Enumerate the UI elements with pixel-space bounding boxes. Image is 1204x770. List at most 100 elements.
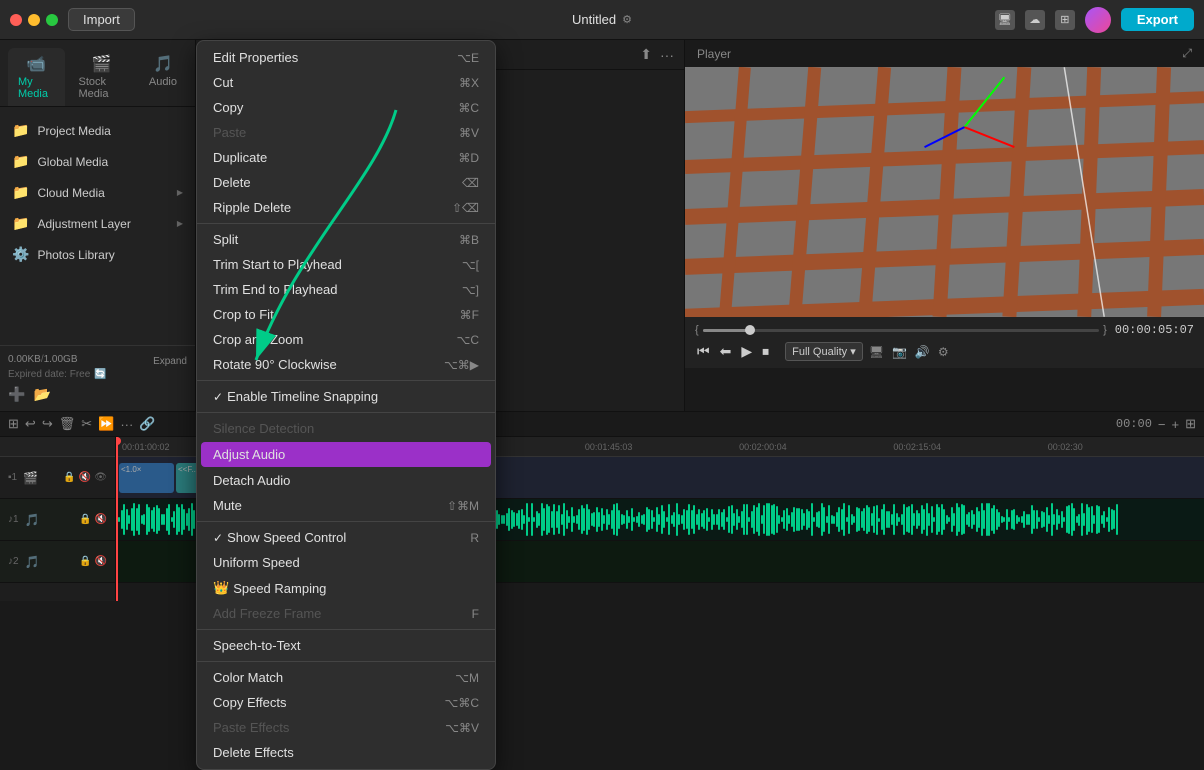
track-visible-icon[interactable]: 👁 [94,472,107,483]
waveform-bar [763,505,765,533]
separator-1 [197,223,495,224]
track-a2-lock-icon[interactable]: 🔒 [79,556,91,567]
waveform-bar [178,507,180,531]
tl-settings[interactable]: ⊞ [1185,416,1196,432]
speed-icon[interactable]: ⏩ [98,416,114,432]
waveform-bar [648,509,650,530]
waveform-bar [703,510,705,529]
waveform-bar [653,517,655,522]
sidebar-item-global-media[interactable]: 📁 Global Media [0,146,195,177]
settings-icon[interactable]: ⚙ [938,345,949,359]
close-button[interactable] [10,14,22,26]
menu-copy[interactable]: Copy ⌘C [197,95,495,120]
sidebar-item-cloud-media[interactable]: 📁 Cloud Media [0,177,195,208]
waveform-bar [563,503,565,535]
more-options-icon[interactable]: ··· [660,47,674,63]
rewind-icon[interactable]: ⏮ [695,341,712,362]
menu-ripple-delete[interactable]: Ripple Delete ⇧⌫ [197,195,495,220]
track-a1-mute-icon[interactable]: 🔇 [95,514,107,525]
menu-trim-end[interactable]: Trim End to Playhead ⌥] [197,277,495,302]
menu-cut[interactable]: Cut ⌘X [197,70,495,95]
waveform-bar [623,515,625,524]
folder-open-icon[interactable]: 📂 [33,386,50,403]
monitor-out-icon[interactable]: 🖥 [869,345,884,359]
filter-icon[interactable]: ⬆ [640,46,652,63]
play-icon[interactable]: ▶ [739,341,754,362]
link-icon[interactable]: 🔗 [139,416,155,432]
sidebar-bottom: 0.00KB/1.00GB Expand Expired date: Free … [0,345,195,411]
timeline-position: 00:00 [1116,417,1152,431]
expand-button[interactable]: Expand [153,356,187,367]
grid-icon[interactable]: ⊞ [1055,10,1075,30]
track-a2-mute-icon[interactable]: 🔇 [95,556,107,567]
waveform-bar [153,507,155,531]
sidebar-tab-stock-media[interactable]: 🎬 Stock Media [69,48,135,106]
separator-2 [197,380,495,381]
minimize-button[interactable] [28,14,40,26]
export-button[interactable]: Export [1121,8,1194,31]
avatar[interactable] [1085,7,1111,33]
timeline-slider[interactable] [703,329,1099,332]
menu-trim-start[interactable]: Trim Start to Playhead ⌥[ [197,252,495,277]
track-v1-controls: 🔒 🔇 👁 [63,472,107,483]
waveform-bar [1088,507,1090,532]
track-lock-icon[interactable]: 🔒 [63,472,75,483]
video-clip-1[interactable]: <1.0× [119,463,174,493]
redo-icon[interactable]: ↪ [42,416,53,432]
menu-paste: Paste ⌘V [197,120,495,145]
import-button[interactable]: Import [68,8,135,31]
quality-select[interactable]: Full Quality ▾ [785,342,863,361]
add-media-icon[interactable]: ➕ [8,386,25,403]
waveform-bar [898,517,900,522]
menu-duplicate[interactable]: Duplicate ⌘D [197,145,495,170]
menu-rotate[interactable]: Rotate 90° Clockwise ⌥⌘▶ [197,352,495,377]
waveform-bar [568,516,570,523]
sidebar-item-project-media[interactable]: 📁 Project Media [0,115,195,146]
track-a1-lock-icon[interactable]: 🔒 [79,514,91,525]
step-back-icon[interactable]: ⬅ [718,341,734,362]
waveform-bar [148,507,150,532]
monitor-icon[interactable]: 🖥 [995,10,1015,30]
refresh-icon[interactable]: 🔄 [94,369,106,380]
menu-crop-zoom[interactable]: Crop and Zoom ⌥C [197,327,495,352]
tl-zoom-in[interactable]: + [1172,417,1180,432]
add-track-icon[interactable]: ⊞ [8,416,19,432]
player-expand-icon[interactable]: ⤢ [1182,46,1192,61]
sidebar-tab-my-media[interactable]: 📹 My Media [8,48,65,106]
fullscreen-button[interactable] [46,14,58,26]
stop-icon[interactable]: ⏹ [760,341,771,362]
more-tl-icon[interactable]: ··· [120,417,133,432]
snapshot-icon[interactable]: 📷 [892,345,907,359]
sidebar-item-adjustment-layer[interactable]: 📁 Adjustment Layer [0,208,195,239]
track-a2-controls: 🔒 🔇 [79,556,107,567]
waveform-bar [1073,508,1075,530]
menu-edit-properties[interactable]: Edit Properties ⌥E [197,45,495,70]
menu-delete[interactable]: Delete ⌫ [197,170,495,195]
delete-clip-icon[interactable]: 🗑 [59,416,76,432]
waveform-bar [668,504,670,535]
waveform-bar [1068,505,1070,535]
sidebar-tab-audio[interactable]: 🎵 Audio [139,48,187,106]
sidebar-tab-stock-media-label: Stock Media [79,76,125,100]
waveform-bar [663,511,665,529]
title-area: Untitled ⚙ [572,12,632,27]
menu-crop-to-fit[interactable]: Crop to Fit ⌘F [197,302,495,327]
sidebar-item-photos-library[interactable]: ⚙️ Photos Library [0,239,195,270]
right-panel: Player ⤢ [684,40,1204,411]
track-mute-icon[interactable]: 🔇 [79,472,91,483]
waveform-bar [788,515,790,524]
menu-split[interactable]: Split ⌘B [197,227,495,252]
cut-icon[interactable]: ✂ [81,416,92,432]
volume-icon[interactable]: 🔊 [915,345,930,359]
title-settings-icon[interactable]: ⚙ [622,13,632,26]
waveform-bar [903,504,905,535]
page-title: Untitled [572,12,616,27]
track-a1-controls: 🔒 🔇 [79,514,107,525]
menu-enable-snapping[interactable]: ✓ Enable Timeline Snapping [197,384,495,409]
undo-icon[interactable]: ↩ [25,416,36,432]
waveform-bar [618,510,620,529]
tl-zoom-out[interactable]: − [1158,417,1166,432]
waveform-bar [593,512,595,526]
cloud-upload-icon[interactable]: ☁ [1025,10,1045,30]
waveform-bar [523,515,525,525]
